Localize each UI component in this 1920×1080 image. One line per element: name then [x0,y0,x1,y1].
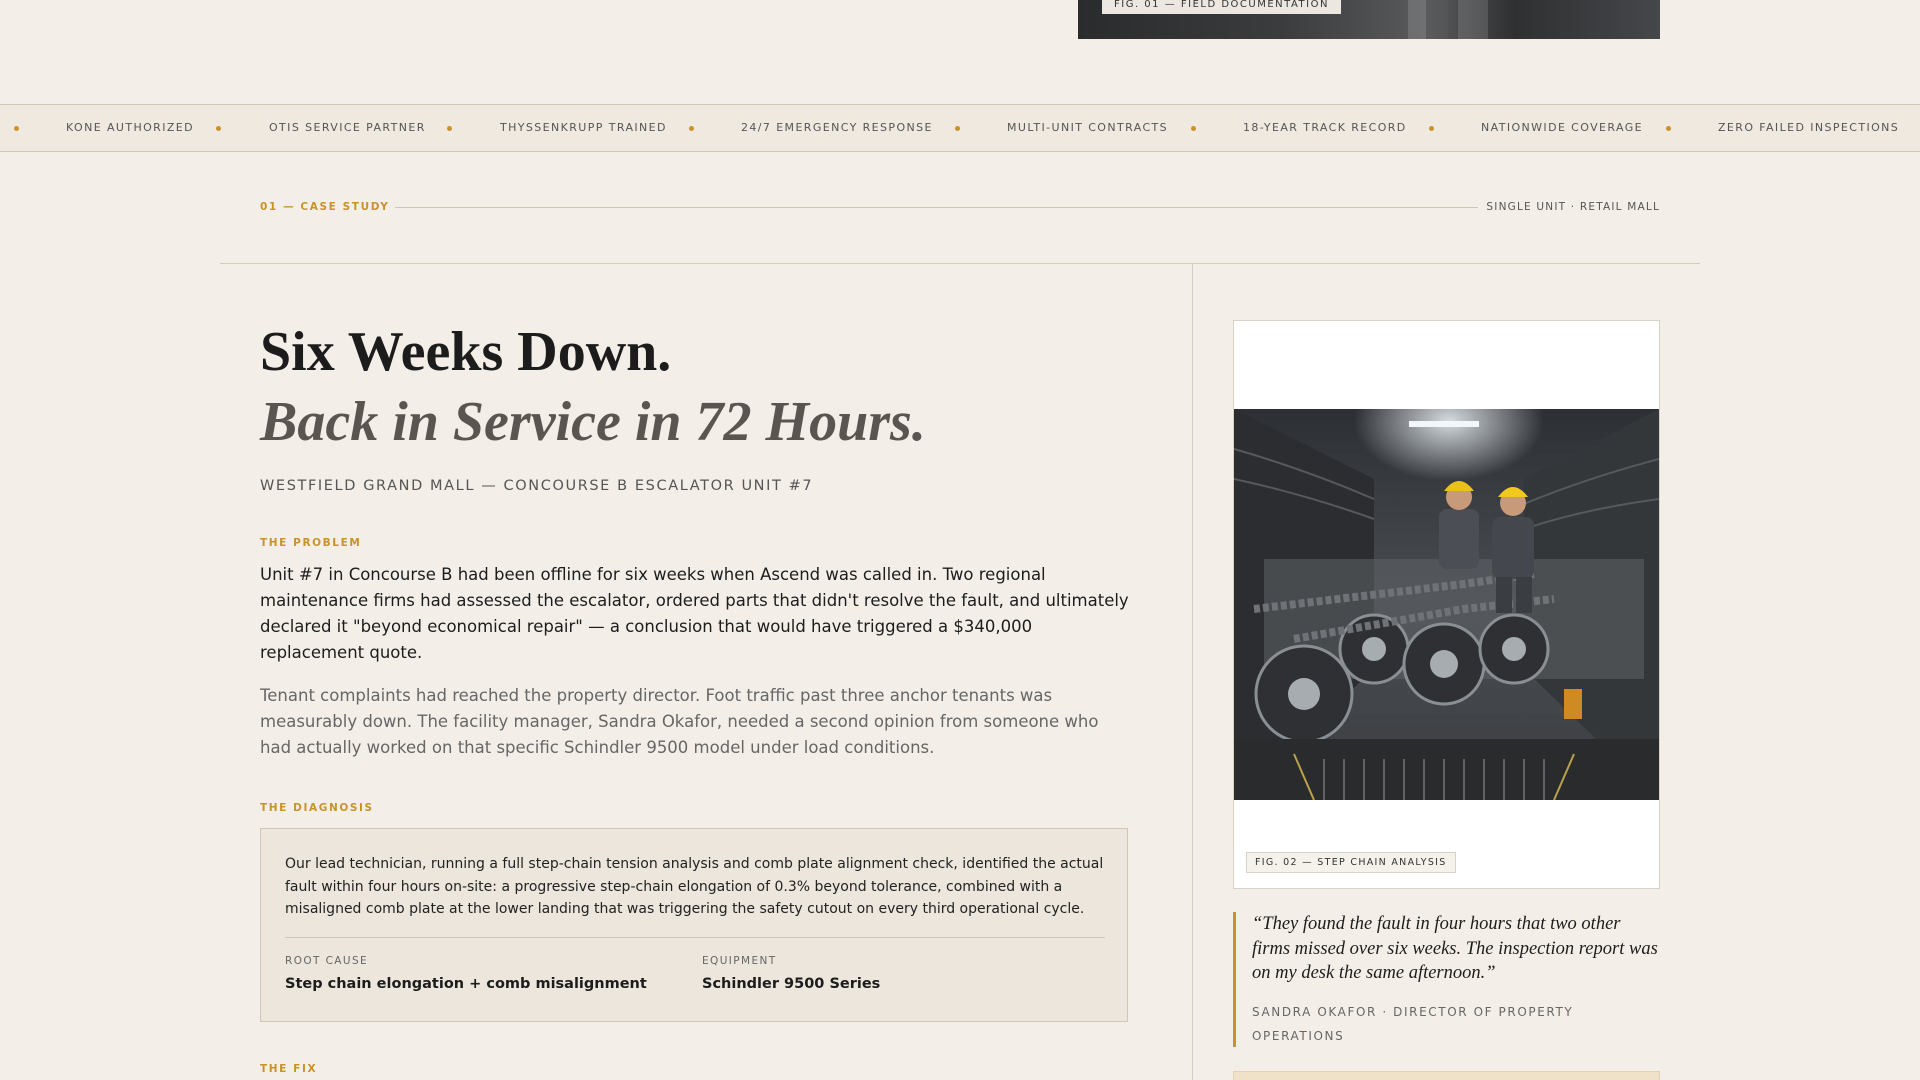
fig02-caption: FIG. 02 — STEP CHAIN ANALYSIS [1246,852,1456,873]
horizontal-divider [220,263,1700,264]
marquee-dot [216,126,221,131]
headline-line-1: Six Weeks Down. [260,321,672,383]
fix-label: THE FIX [260,1063,318,1075]
diagnosis-label: THE DIAGNOSIS [260,802,374,814]
marquee-item: ZERO FAILED INSPECTIONS [1718,121,1900,134]
marquee-dot [1429,126,1434,131]
marquee-item: THYSSENKRUPP TRAINED [500,121,667,134]
technicians-illustration [1234,409,1659,800]
marquee-dot [1666,126,1671,131]
column-divider [1192,263,1193,1080]
case-subtitle: WESTFIELD GRAND MALL — CONCOURSE B ESCAL… [260,478,814,494]
testimonial-quote: “They found the fault in four hours that… [1252,914,1658,983]
problem-label: THE PROBLEM [260,537,362,549]
diagnosis-text: Our lead technician, running a full step… [285,856,1104,917]
root-cause-key: ROOT CAUSE [285,955,369,967]
headline-line-2: Back in Service in 72 Hours. [260,391,926,453]
diagnosis-card: Our lead technician, running a full step… [260,828,1128,1022]
marquee-dot [14,126,19,131]
marquee-dot [1191,126,1196,131]
credentials-marquee: KONE AUTHORIZED OTIS SERVICE PARTNER THY… [0,104,1920,152]
marquee-item: NATIONWIDE COVERAGE [1481,121,1644,134]
step-chain-photo [1234,409,1659,800]
equipment-key: EQUIPMENT [702,955,777,967]
marquee-dot [955,126,960,131]
marquee-item: 18-YEAR TRACK RECORD [1243,121,1407,134]
marquee-item: MULTI-UNIT CONTRACTS [1007,121,1169,134]
marquee-dot [447,126,452,131]
section-label: 01 — CASE STUDY [260,201,390,213]
next-card-peek [1233,1071,1660,1080]
diagnosis-divider [285,937,1105,938]
section-meta: SINGLE UNIT · RETAIL MALL [1486,201,1660,213]
marquee-item: KONE AUTHORIZED [66,121,195,134]
problem-paragraph-2: Tenant complaints had reached the proper… [260,686,1099,757]
problem-paragraph-1: Unit #7 in Concourse B had been offline … [260,565,1129,662]
marquee-item: 24/7 EMERGENCY RESPONSE [741,121,933,134]
testimonial-attribution: SANDRA OKAFOR · DIRECTOR OF PROPERTY OPE… [1252,1005,1574,1043]
root-cause-value: Step chain elongation + comb misalignmen… [285,976,647,992]
marquee-item: OTIS SERVICE PARTNER [269,121,426,134]
field-documentation-image: FIG. 01 — FIELD DOCUMENTATION [1078,0,1660,39]
marquee-dot [689,126,694,131]
quote-accent-bar [1233,912,1236,1047]
fig01-caption: FIG. 01 — FIELD DOCUMENTATION [1102,0,1341,14]
section-divider [395,207,1478,208]
equipment-value: Schindler 9500 Series [702,976,881,992]
